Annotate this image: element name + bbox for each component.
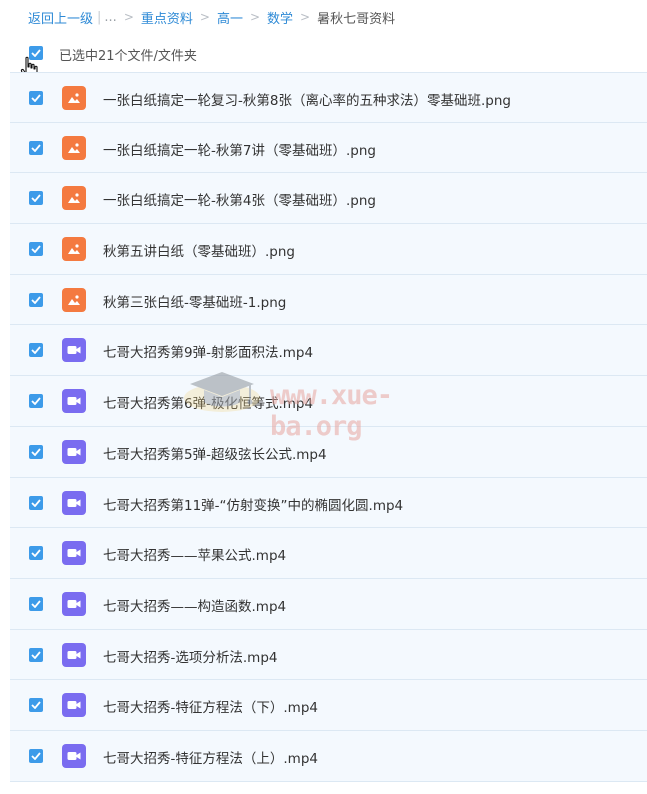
camera-glyph-icon xyxy=(67,498,81,507)
picture-glyph-icon xyxy=(68,244,80,255)
video-file-icon xyxy=(62,541,86,566)
file-checkbox[interactable] xyxy=(29,91,43,105)
file-row[interactable]: 七哥大招秀第5弹-超级弦长公式.mp4 xyxy=(10,427,647,478)
video-file-icon xyxy=(62,591,86,616)
check-icon xyxy=(31,245,41,254)
breadcrumb-back-link[interactable]: 返回上一级 xyxy=(28,8,93,27)
camera-glyph-icon xyxy=(67,346,81,355)
camera-glyph-icon xyxy=(67,701,81,710)
file-name[interactable]: 七哥大招秀——构造函数.mp4 xyxy=(103,595,286,615)
file-checkbox[interactable] xyxy=(29,748,43,763)
check-icon xyxy=(31,94,41,102)
file-checkbox[interactable] xyxy=(29,596,43,611)
file-name[interactable]: 秋第三张白纸-零基础班-1.png xyxy=(103,291,286,311)
check-icon xyxy=(31,752,41,760)
file-name[interactable]: 一张白纸搞定一轮-秋第7讲（零基础班）.png xyxy=(103,139,376,159)
file-row[interactable]: 七哥大招秀-选项分析法.mp4 xyxy=(10,630,647,681)
video-file-icon xyxy=(62,490,86,515)
camera-glyph-icon xyxy=(67,549,81,558)
camera-glyph-icon xyxy=(67,447,81,456)
file-name[interactable]: 一张白纸搞定一轮-秋第4张（零基础班）.png xyxy=(103,189,376,209)
camera-glyph-icon xyxy=(67,751,81,760)
file-name[interactable]: 七哥大招秀-特征方程法（下）.mp4 xyxy=(103,696,318,716)
breadcrumb: 返回上一级 | ... > 重点资料 > 高一 > 数学 > 暑秋七哥资料 xyxy=(28,7,395,27)
file-name[interactable]: 七哥大招秀-选项分析法.mp4 xyxy=(103,646,277,666)
file-row[interactable]: 七哥大招秀第9弹-射影面积法.mp4 xyxy=(10,325,647,377)
file-name[interactable]: 七哥大招秀——苹果公式.mp4 xyxy=(103,544,286,564)
check-icon xyxy=(31,448,41,456)
breadcrumb-separator: > xyxy=(300,10,311,24)
check-icon xyxy=(31,498,41,507)
file-name[interactable]: 七哥大招秀第6弹-极化恒等式.mp4 xyxy=(103,392,313,412)
file-row[interactable]: 一张白纸搞定一轮-秋第4张（零基础班）.png xyxy=(10,173,647,225)
video-file-icon xyxy=(62,642,86,667)
file-checkbox[interactable] xyxy=(29,242,43,257)
file-checkbox[interactable] xyxy=(29,191,43,206)
check-icon xyxy=(31,397,41,406)
check-icon xyxy=(31,296,41,304)
file-row[interactable]: 七哥大招秀——构造函数.mp4 xyxy=(10,579,647,630)
breadcrumb-item-subject[interactable]: 数学 xyxy=(267,8,293,27)
video-file-icon xyxy=(62,439,86,464)
file-row[interactable]: 秋第三张白纸-零基础班-1.png xyxy=(10,275,647,326)
check-icon xyxy=(31,701,41,710)
file-name[interactable]: 七哥大招秀-特征方程法（上）.mp4 xyxy=(103,747,318,767)
image-file-icon xyxy=(62,186,86,211)
camera-glyph-icon xyxy=(67,650,81,659)
image-file-icon xyxy=(62,135,86,160)
file-checkbox[interactable] xyxy=(29,140,43,155)
file-row[interactable]: 七哥大招秀第11弹-“仿射变换”中的椭圆化圆.mp4 xyxy=(10,478,647,529)
breadcrumb-separator: > xyxy=(123,10,134,24)
file-row[interactable]: 七哥大招秀——苹果公式.mp4 xyxy=(10,528,647,579)
image-file-icon xyxy=(62,86,86,110)
file-name[interactable]: 七哥大招秀第9弹-射影面积法.mp4 xyxy=(103,341,313,361)
breadcrumb-separator: > xyxy=(249,10,261,24)
selection-summary: 已选中21个文件/文件夹 xyxy=(59,49,197,64)
file-name[interactable]: 秋第五讲白纸（零基础班）.png xyxy=(103,240,295,260)
breadcrumb-divider: | xyxy=(97,9,102,25)
check-icon xyxy=(31,144,41,152)
camera-glyph-icon xyxy=(67,599,81,608)
video-file-icon xyxy=(62,743,86,768)
video-file-icon xyxy=(62,693,86,718)
file-row[interactable]: 七哥大招秀第6弹-极化恒等式.mp4 xyxy=(10,376,647,427)
file-row[interactable]: 七哥大招秀-特征方程法（上）.mp4 xyxy=(10,731,647,782)
file-checkbox[interactable] xyxy=(29,292,43,307)
check-icon xyxy=(31,650,41,659)
file-checkbox[interactable] xyxy=(29,647,43,662)
file-row[interactable]: 七哥大招秀-特征方程法（下）.mp4 xyxy=(10,680,647,731)
check-icon xyxy=(31,600,41,608)
file-checkbox[interactable] xyxy=(29,343,43,358)
video-file-icon xyxy=(62,389,86,414)
file-row[interactable]: 一张白纸搞定一轮复习-秋第8张（离心率的五种求法）零基础班.png xyxy=(10,72,647,123)
file-list: 一张白纸搞定一轮复习-秋第8张（离心率的五种求法）零基础班.png 一张白纸搞定一… xyxy=(10,72,647,782)
image-file-icon xyxy=(62,237,86,262)
breadcrumb-item-grade[interactable]: 高一 xyxy=(217,8,243,27)
breadcrumb-item-key-materials[interactable]: 重点资料 xyxy=(141,8,193,27)
file-name[interactable]: 七哥大招秀第5弹-超级弦长公式.mp4 xyxy=(103,443,327,463)
file-checkbox[interactable] xyxy=(29,495,43,510)
selection-bar: 已选中21个文件/文件夹 xyxy=(0,37,647,71)
camera-glyph-icon xyxy=(67,397,81,406)
file-row[interactable]: 秋第五讲白纸（零基础班）.png xyxy=(10,224,647,275)
check-icon xyxy=(31,346,41,355)
picture-glyph-icon xyxy=(68,295,80,305)
video-file-icon xyxy=(62,338,86,363)
file-name[interactable]: 一张白纸搞定一轮复习-秋第8张（离心率的五种求法）零基础班.png xyxy=(103,89,511,109)
picture-glyph-icon xyxy=(68,93,80,103)
file-checkbox[interactable] xyxy=(29,394,43,409)
file-name[interactable]: 七哥大招秀第11弹-“仿射变换”中的椭圆化圆.mp4 xyxy=(103,494,403,514)
image-file-icon xyxy=(62,287,86,312)
check-icon xyxy=(31,194,41,203)
breadcrumb-current-folder: 暑秋七哥资料 xyxy=(317,11,396,27)
check-icon xyxy=(31,549,41,558)
breadcrumb-separator: > xyxy=(199,10,210,24)
file-checkbox[interactable] xyxy=(29,546,43,561)
file-checkbox[interactable] xyxy=(29,444,43,459)
file-checkbox[interactable] xyxy=(29,698,43,713)
picture-glyph-icon xyxy=(68,193,80,204)
file-row[interactable]: 一张白纸搞定一轮-秋第7讲（零基础班）.png xyxy=(10,123,647,174)
picture-glyph-icon xyxy=(68,143,80,153)
breadcrumb-ellipsis[interactable]: ... xyxy=(104,10,116,25)
